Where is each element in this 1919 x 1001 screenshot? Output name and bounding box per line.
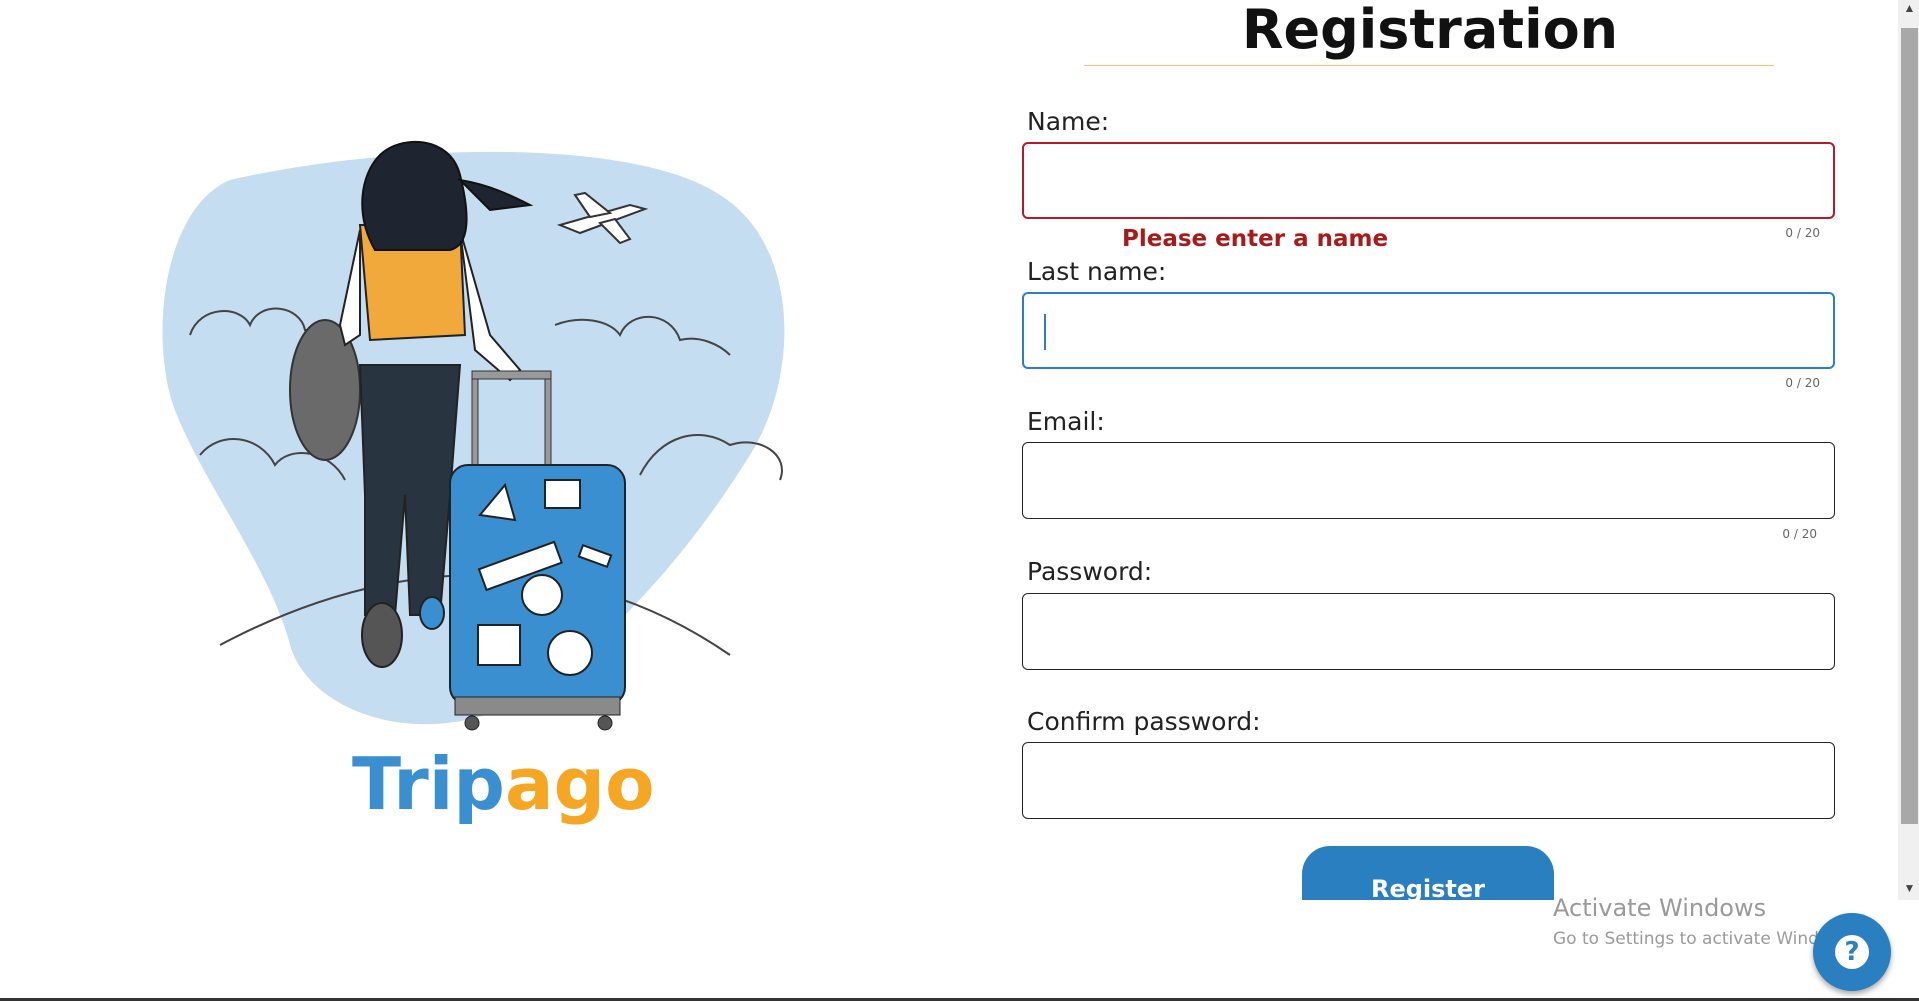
scroll-down-icon[interactable]: ▼ xyxy=(1901,880,1918,897)
confirm-password-input[interactable] xyxy=(1022,742,1835,819)
suitcase-base xyxy=(454,696,621,716)
register-button[interactable]: Register xyxy=(1302,846,1554,900)
suitcase-handle-top xyxy=(471,370,552,380)
wheel-left xyxy=(464,715,480,731)
traveler-illustration xyxy=(162,141,785,731)
last-name-input[interactable] xyxy=(1022,292,1835,369)
activate-windows-subtitle: Go to Settings to activate Windows. xyxy=(1553,929,1858,949)
shoe-right xyxy=(419,596,445,630)
activate-windows-title: Activate Windows xyxy=(1553,894,1767,922)
name-counter: 0 / 20 xyxy=(1785,226,1820,240)
email-label: Email: xyxy=(1027,407,1105,436)
page-title: Registration xyxy=(1241,0,1619,61)
name-error-message: Please enter a name xyxy=(1122,226,1389,252)
shoe-left xyxy=(361,602,403,668)
text-caret xyxy=(1044,314,1046,350)
last-name-label: Last name: xyxy=(1027,257,1167,286)
confirm-password-label: Confirm password: xyxy=(1027,707,1261,736)
suitcase-handle-2 xyxy=(544,374,552,466)
wheel-right xyxy=(597,715,613,731)
brand-logo: Tripago xyxy=(352,748,655,820)
password-label: Password: xyxy=(1027,557,1153,586)
scrollbar[interactable]: ▲ ▼ xyxy=(1898,0,1919,900)
scroll-up-icon[interactable]: ▲ xyxy=(1901,0,1918,17)
name-input[interactable] xyxy=(1022,142,1835,219)
help-icon: ? xyxy=(1835,935,1869,969)
suitcase-handle xyxy=(471,374,479,466)
title-divider xyxy=(1084,65,1774,66)
name-label: Name: xyxy=(1027,107,1110,136)
last-name-counter: 0 / 20 xyxy=(1785,376,1820,390)
brand-logo-part2: ago xyxy=(504,742,655,826)
brand-logo-part1: Trip xyxy=(352,742,505,826)
scroll-thumb[interactable] xyxy=(1901,28,1918,824)
password-input[interactable] xyxy=(1022,593,1835,670)
help-button[interactable]: ? xyxy=(1813,913,1891,991)
email-input[interactable] xyxy=(1022,442,1835,519)
email-counter: 0 / 20 xyxy=(1782,527,1817,541)
